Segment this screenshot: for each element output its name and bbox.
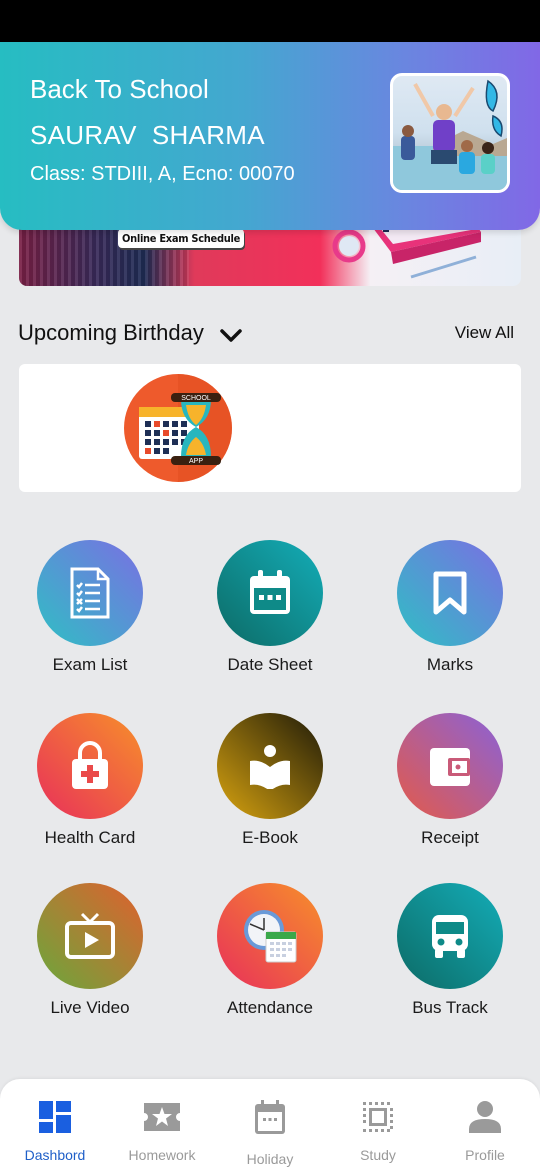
menu-label: Receipt bbox=[421, 828, 479, 847]
nav-study[interactable]: Study bbox=[324, 1079, 432, 1170]
nav-label: Holiday bbox=[246, 1151, 294, 1167]
medical-bag-icon bbox=[72, 741, 108, 789]
menu-label: Marks bbox=[426, 655, 474, 674]
ticket-star-icon bbox=[144, 1103, 180, 1131]
exam-schedule-tag: Online Exam Schedule bbox=[118, 229, 245, 248]
menu-attendance[interactable]: Attendance bbox=[180, 883, 360, 1043]
calendar-icon bbox=[250, 570, 290, 614]
nav-profile[interactable]: Profile bbox=[431, 1079, 539, 1170]
bookmark-icon bbox=[433, 571, 467, 615]
receipt-circle bbox=[397, 713, 503, 819]
greeting: Back To School bbox=[30, 74, 209, 104]
clock-calendar-icon bbox=[244, 910, 297, 963]
menu-receipt[interactable]: Receipt bbox=[360, 713, 540, 873]
student-name: SAURAV SHARMA bbox=[30, 120, 265, 150]
live-video-circle bbox=[37, 883, 143, 989]
student-header-card: Back To School SAURAV SHARMA Class: STDI… bbox=[0, 42, 540, 230]
view-all-link[interactable]: View All bbox=[455, 323, 514, 343]
nav-label: Homework bbox=[128, 1147, 196, 1163]
menu-label: Exam List bbox=[52, 655, 128, 674]
menu-label: Bus Track bbox=[412, 998, 488, 1017]
nav-label: Study bbox=[360, 1147, 396, 1163]
section-title: Upcoming Birthday bbox=[18, 320, 204, 345]
exam-list-circle bbox=[37, 540, 143, 646]
nav-holiday[interactable]: Holiday bbox=[216, 1079, 324, 1170]
book-reader-icon bbox=[250, 745, 290, 789]
nav-dashboard[interactable]: Dashbord bbox=[1, 1079, 109, 1170]
calendar-icon bbox=[255, 1100, 285, 1134]
wallet-icon bbox=[430, 748, 470, 786]
e-book-circle bbox=[217, 713, 323, 819]
nav-label: Profile bbox=[465, 1147, 505, 1163]
bottom-navigation: Dashbord Homework Holiday Study Profile bbox=[0, 1079, 540, 1170]
birthday-card[interactable]: SCHOOL APP bbox=[19, 364, 521, 492]
date-sheet-circle bbox=[217, 540, 323, 646]
nav-homework[interactable]: Homework bbox=[108, 1079, 216, 1170]
health-card-circle bbox=[37, 713, 143, 819]
menu-label: Attendance bbox=[226, 998, 313, 1017]
menu-label: Date Sheet bbox=[227, 655, 313, 674]
logo-app-text: APP bbox=[189, 458, 203, 465]
menu-live-video[interactable]: Live Video bbox=[0, 883, 180, 1043]
tv-play-icon bbox=[65, 912, 115, 959]
menu-date-sheet[interactable]: Date Sheet bbox=[180, 540, 360, 700]
menu-marks[interactable]: Marks bbox=[360, 540, 540, 700]
upcoming-birthday-header: Upcoming Birthday View All bbox=[18, 320, 518, 350]
status-bar bbox=[0, 0, 540, 42]
bus-track-circle bbox=[397, 883, 503, 989]
nav-label: Dashbord bbox=[24, 1147, 86, 1163]
menu-label: Health Card bbox=[44, 828, 136, 847]
chevron-down-icon[interactable] bbox=[218, 324, 244, 346]
select-area-icon bbox=[363, 1102, 393, 1132]
menu-label: E-Book bbox=[242, 828, 298, 847]
logo-school-text: SCHOOL bbox=[181, 395, 211, 402]
menu-health-card[interactable]: Health Card bbox=[0, 713, 180, 873]
dashboard-icon bbox=[39, 1101, 71, 1133]
school-app-logo: SCHOOL APP bbox=[124, 374, 232, 482]
student-photo[interactable] bbox=[390, 73, 510, 193]
menu-exam-list[interactable]: Exam List bbox=[0, 540, 180, 700]
bus-icon bbox=[432, 915, 468, 958]
exam-list-icon bbox=[70, 567, 110, 619]
class-info: Class: STDIII, A, Ecno: 00070 bbox=[30, 163, 295, 185]
person-icon bbox=[469, 1101, 501, 1133]
menu-label: Live Video bbox=[50, 998, 130, 1017]
attendance-circle bbox=[217, 883, 323, 989]
kids-jumping-image bbox=[393, 79, 507, 190]
menu-e-book[interactable]: E-Book bbox=[180, 713, 360, 873]
menu-bus-track[interactable]: Bus Track bbox=[360, 883, 540, 1043]
marks-circle bbox=[397, 540, 503, 646]
